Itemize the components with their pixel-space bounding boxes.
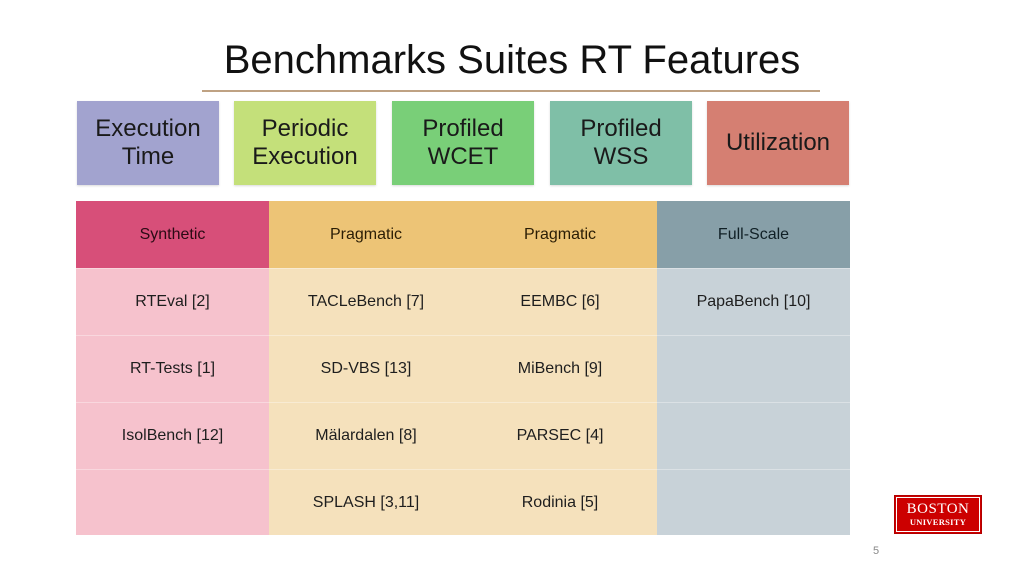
page-number: 5: [872, 545, 880, 557]
feature-periodic-execution: Periodic Execution: [234, 101, 376, 185]
header-full-scale: Full-Scale: [657, 201, 850, 268]
header-synthetic: Synthetic: [76, 201, 269, 268]
feature-profiled-wcet: Profiled WCET: [392, 101, 534, 185]
table-cell: RT-Tests [1]: [76, 335, 269, 402]
table-cell: RTEval [2]: [76, 268, 269, 335]
benchmark-table: Synthetic Pragmatic Pragmatic Full-Scale…: [76, 201, 850, 535]
header-pragmatic-2: Pragmatic: [463, 201, 657, 268]
table-cell: Rodinia [5]: [463, 469, 657, 535]
table-cell: PARSEC [4]: [463, 402, 657, 469]
table-cell: [657, 402, 850, 469]
table-cell: IsolBench [12]: [76, 402, 269, 469]
table-cell: MiBench [9]: [463, 335, 657, 402]
logo-line-2: UNIVERSITY: [909, 517, 967, 527]
title-divider: [202, 90, 820, 92]
table-cell: [76, 469, 269, 535]
header-pragmatic-1: Pragmatic: [269, 201, 463, 268]
feature-profiled-wss: Profiled WSS: [550, 101, 692, 185]
table-cell: TACLeBench [7]: [269, 268, 463, 335]
table-cell: [657, 335, 850, 402]
table-cell: [657, 469, 850, 535]
slide-title: Benchmarks Suites RT Features: [223, 38, 801, 82]
table-cell: SD-VBS [13]: [269, 335, 463, 402]
table-cell: SPLASH [3,11]: [269, 469, 463, 535]
feature-utilization: Utilization: [707, 101, 849, 185]
table-cell: PapaBench [10]: [657, 268, 850, 335]
logo-line-1: BOSTON: [906, 501, 970, 517]
feature-execution-time: Execution Time: [77, 101, 219, 185]
boston-university-logo: BOSTON UNIVERSITY: [894, 495, 982, 534]
table-cell: EEMBC [6]: [463, 268, 657, 335]
table-cell: Mälardalen [8]: [269, 402, 463, 469]
